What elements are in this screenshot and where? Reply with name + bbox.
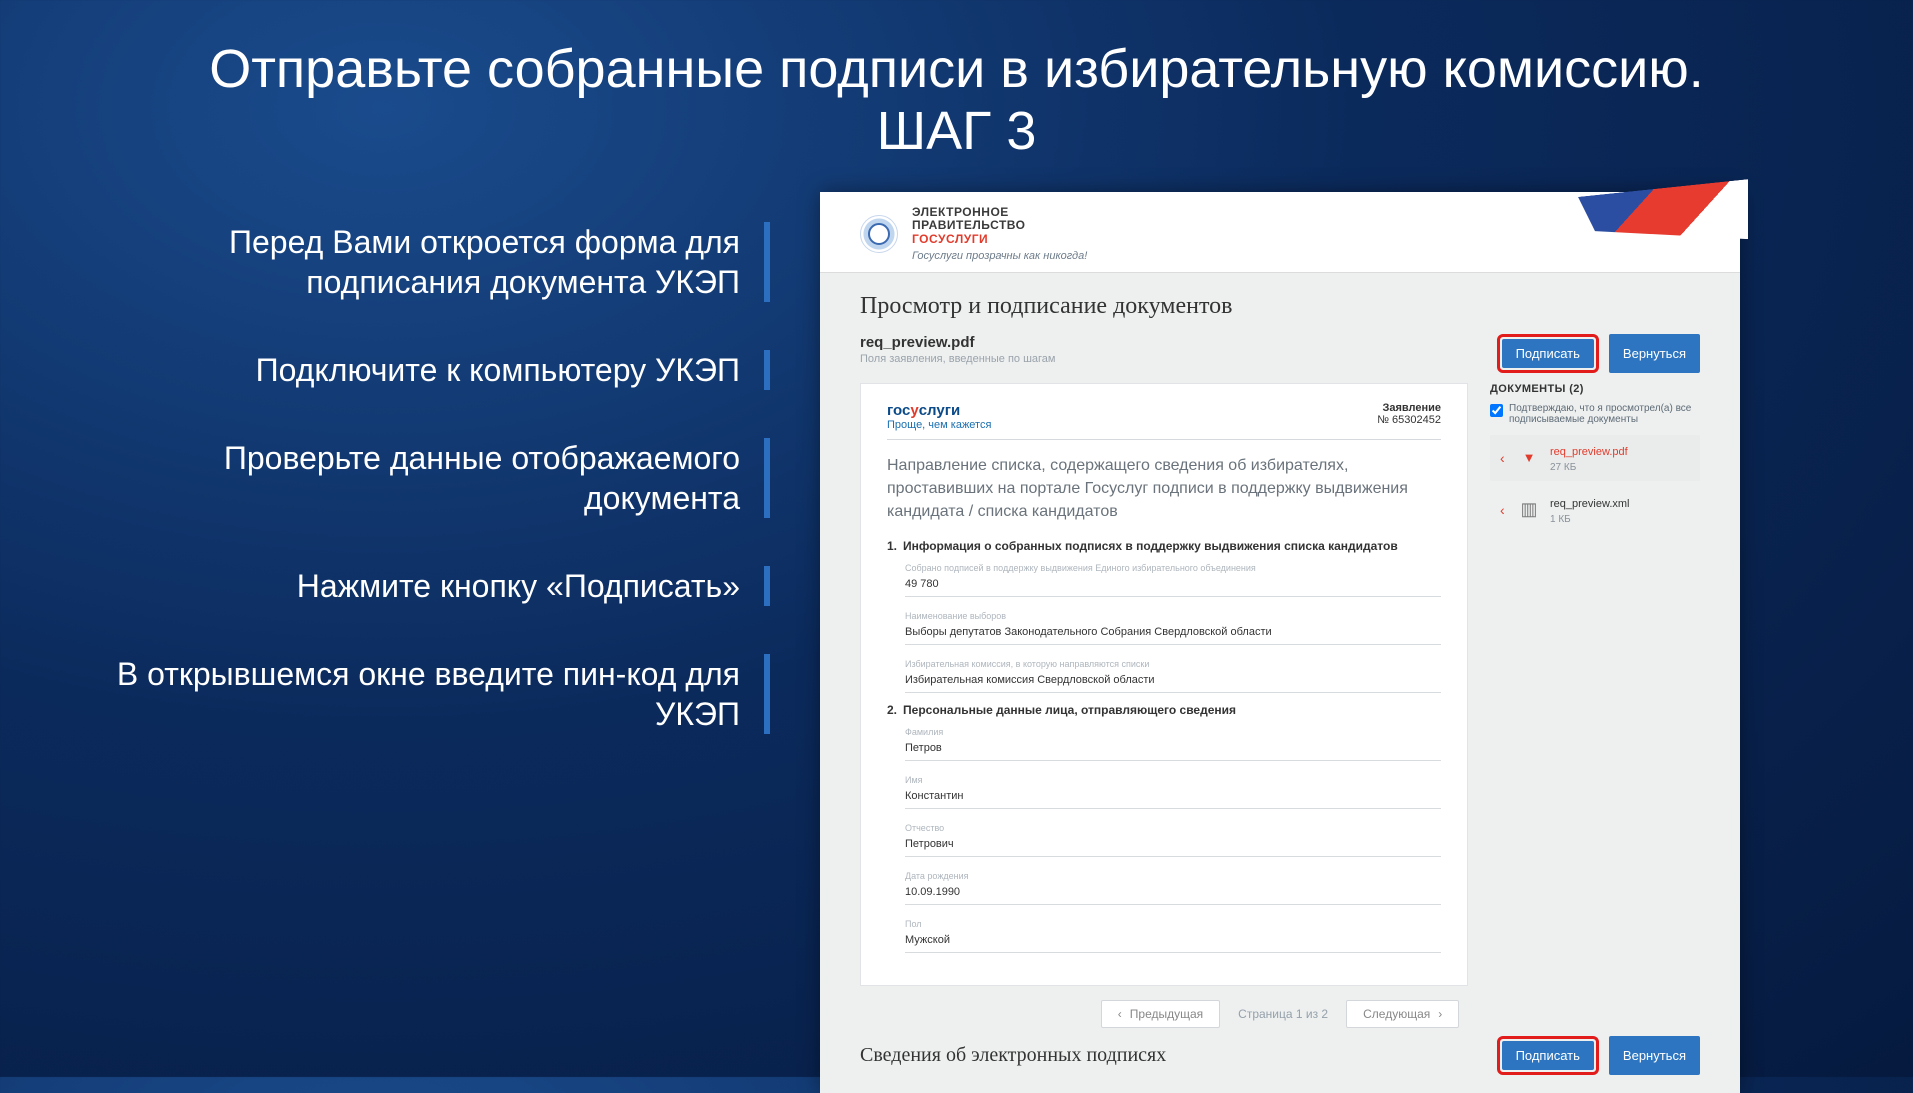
gov-logo-icon xyxy=(860,215,898,253)
gosuslugi-brand: госуслуги xyxy=(887,402,991,419)
embedded-screenshot: ЭЛЕКТРОННОЕ ПРАВИТЕЛЬСТВО ГОСУСЛУГИ Госу… xyxy=(820,192,1740,1093)
document-preview: госуслуги Проще, чем кажется Заявление №… xyxy=(860,383,1468,987)
chevron-left-icon: ‹ xyxy=(1500,450,1508,466)
page-indicator: Страница 1 из 2 xyxy=(1238,1007,1328,1021)
chevron-left-icon: ‹ xyxy=(1500,502,1508,518)
doc-item-xml[interactable]: ‹ ▥ req_preview.xml1 КБ xyxy=(1490,487,1700,533)
pager: ‹Предыдущая Страница 1 из 2 Следующая› xyxy=(860,1000,1700,1028)
documents-panel: ДОКУМЕНТЫ (2) Подтверждаю, что я просмот… xyxy=(1490,383,1700,987)
section-1-heading: 1.Информация о собранных подписях в подд… xyxy=(887,539,1441,553)
doc-item-pdf[interactable]: ‹ ▼ req_preview.pdf27 КБ xyxy=(1490,435,1700,481)
field-count: Собрано подписей в поддержку выдвижения … xyxy=(905,559,1441,597)
next-page-button[interactable]: Следующая› xyxy=(1346,1000,1459,1028)
back-button-top[interactable]: Вернуться xyxy=(1609,334,1700,373)
step-3: Проверьте данные отображаемого документа xyxy=(90,438,770,518)
prev-page-button[interactable]: ‹Предыдущая xyxy=(1101,1000,1220,1028)
chevron-left-icon: ‹ xyxy=(1118,1007,1122,1021)
step-4: Нажмите кнопку «Подписать» xyxy=(90,566,770,606)
confirm-checkbox[interactable]: Подтверждаю, что я просмотрел(а) все под… xyxy=(1490,403,1700,425)
sign-button-top[interactable]: Подписать xyxy=(1502,339,1594,368)
step-1: Перед Вами откроется форма для подписани… xyxy=(90,222,770,302)
section-2-heading: 2.Персональные данные лица, отправляющег… xyxy=(887,703,1441,717)
field-patronymic: ОтчествоПетрович xyxy=(905,819,1441,857)
back-button-bottom[interactable]: Вернуться xyxy=(1609,1036,1700,1075)
field-name: ИмяКонстантин xyxy=(905,771,1441,809)
application-number: Заявление № 65302452 xyxy=(1377,402,1441,426)
sign-button-bottom[interactable]: Подписать xyxy=(1502,1041,1594,1070)
documents-panel-title: ДОКУМЕНТЫ (2) xyxy=(1490,383,1700,395)
field-sex: ПолМужской xyxy=(905,915,1441,953)
document-description: Направление списка, содержащего сведения… xyxy=(887,454,1441,524)
page-heading: Просмотр и подписание документов xyxy=(860,293,1700,320)
signatures-heading: Сведения об электронных подписях xyxy=(860,1044,1166,1067)
field-dob: Дата рождения10.09.1990 xyxy=(905,867,1441,905)
step-5: В открывшемся окне введите пин-код для У… xyxy=(90,654,770,734)
portal-title: ЭЛЕКТРОННОЕ ПРАВИТЕЛЬСТВО ГОСУСЛУГИ Госу… xyxy=(912,206,1087,262)
file-name-block: req_preview.pdf Поля заявления, введенны… xyxy=(860,334,1055,365)
step-2: Подключите к компьютеру УКЭП xyxy=(90,350,770,390)
xml-icon: ▥ xyxy=(1518,499,1540,520)
field-surname: ФамилияПетров xyxy=(905,723,1441,761)
chevron-right-icon: › xyxy=(1438,1007,1442,1021)
field-election: Наименование выборовВыборы депутатов Зак… xyxy=(905,607,1441,645)
confirm-checkbox-input[interactable] xyxy=(1490,404,1503,417)
instruction-column: Перед Вами откроется форма для подписани… xyxy=(90,192,770,1093)
slide-title: Отправьте собранные подписи в избиратель… xyxy=(90,38,1823,162)
pdf-icon: ▼ xyxy=(1518,450,1540,465)
field-commission: Избирательная комиссия, в которую направ… xyxy=(905,655,1441,693)
